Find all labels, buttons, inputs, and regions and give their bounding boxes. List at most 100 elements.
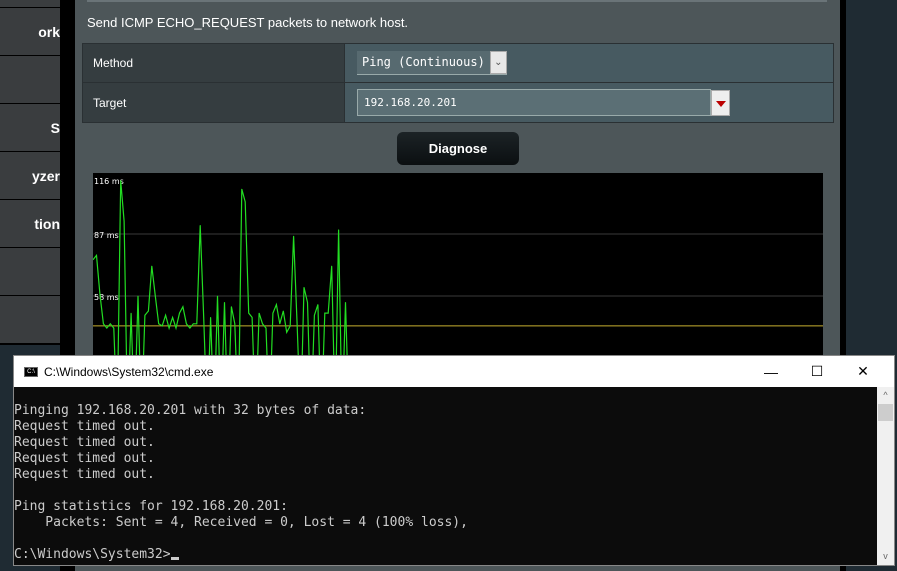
data-point xyxy=(314,314,315,316)
window-title: C:\Windows\System32\cmd.exe xyxy=(44,364,214,379)
data-point xyxy=(165,314,167,316)
data-point xyxy=(338,229,340,231)
cmd-window[interactable]: C:\ C:\Windows\System32\cmd.exe — ☐ ✕ Pi… xyxy=(13,355,895,566)
data-point xyxy=(279,323,281,325)
data-point xyxy=(96,254,97,256)
sidebar-item[interactable] xyxy=(0,0,60,8)
data-point xyxy=(293,235,295,237)
data-point xyxy=(275,304,277,305)
data-point xyxy=(109,323,111,325)
data-point xyxy=(324,312,326,314)
data-point xyxy=(203,316,205,318)
minimize-button[interactable]: — xyxy=(748,356,794,387)
data-point xyxy=(331,265,333,267)
maximize-button[interactable]: ☐ xyxy=(794,356,840,387)
method-row: Method Ping (Continuous) ⌄ xyxy=(83,44,833,83)
data-point xyxy=(217,295,218,297)
data-point xyxy=(234,323,236,325)
scrollbar-thumb[interactable] xyxy=(878,404,893,421)
close-button[interactable]: ✕ xyxy=(840,356,886,387)
target-row: Target 192.168.20.201 xyxy=(83,83,833,122)
data-point xyxy=(130,312,132,314)
diagnose-button[interactable]: Diagnose xyxy=(397,132,519,165)
sidebar-item[interactable] xyxy=(0,56,60,104)
console-line: Request timed out. xyxy=(14,467,155,482)
data-point xyxy=(224,302,225,303)
description: Send ICMP ECHO_REQUEST packets to networ… xyxy=(87,15,409,30)
data-point xyxy=(189,327,191,329)
data-point xyxy=(210,316,212,318)
target-label: Target xyxy=(83,83,345,122)
ping-form: Method Ping (Continuous) ⌄ Target 192.168… xyxy=(82,43,834,123)
method-select[interactable]: Ping (Continuous) ⌄ xyxy=(357,51,507,75)
scroll-down-icon[interactable]: v xyxy=(877,548,894,565)
data-point xyxy=(179,312,180,314)
data-point xyxy=(137,295,139,297)
data-point xyxy=(272,312,274,314)
data-point xyxy=(158,323,160,325)
divider xyxy=(87,0,827,2)
sidebar-item[interactable] xyxy=(0,296,60,344)
data-point xyxy=(345,302,346,303)
data-point xyxy=(175,327,177,329)
data-point xyxy=(241,188,243,190)
sidebar-item-s[interactable]: S xyxy=(0,104,60,152)
data-point xyxy=(251,316,253,318)
prompt: C:\Windows\System32> xyxy=(14,547,171,562)
scrollbar[interactable]: ^ v xyxy=(877,387,894,565)
data-point xyxy=(296,323,298,325)
console-line: Request timed out. xyxy=(14,419,155,434)
sidebar: ork S yzer tion xyxy=(0,0,60,345)
y-tick-label: 116 ms xyxy=(94,177,124,186)
data-point xyxy=(154,295,156,297)
data-point xyxy=(147,310,149,312)
data-point xyxy=(258,312,260,314)
data-point xyxy=(106,327,108,329)
method-label: Method xyxy=(83,44,345,82)
dropdown-arrow-icon[interactable] xyxy=(711,89,730,116)
prompt-line: C:\Windows\System32> xyxy=(14,547,877,563)
data-point xyxy=(151,265,153,267)
ping-latency-chart: 116 ms 87 ms 58 ms xyxy=(93,173,823,373)
console-line: Request timed out. xyxy=(14,435,155,450)
console-line: Pinging 192.168.20.201 with 32 bytes of … xyxy=(14,403,367,418)
data-point xyxy=(161,325,163,327)
data-point xyxy=(317,304,319,305)
console-line: Request timed out. xyxy=(14,451,155,466)
cursor xyxy=(170,557,179,560)
data-point xyxy=(327,312,329,314)
sidebar-item-analyzer[interactable]: yzer xyxy=(0,152,60,200)
latency-series-line xyxy=(93,180,349,373)
console-line: Packets: Sent = 4, Received = 0, Lost = … xyxy=(14,515,468,530)
data-point xyxy=(192,323,194,325)
y-tick-label: 87 ms xyxy=(94,231,119,240)
data-point xyxy=(244,201,246,203)
data-point xyxy=(172,316,173,318)
target-input[interactable]: 192.168.20.201 xyxy=(357,89,711,116)
console-line: Ping statistics for 192.168.20.201: xyxy=(14,499,288,514)
data-point xyxy=(265,327,267,329)
data-point xyxy=(102,323,104,325)
data-point xyxy=(168,327,170,329)
sidebar-item-network[interactable]: ork xyxy=(0,8,60,56)
data-point xyxy=(120,180,122,181)
data-point xyxy=(286,331,288,333)
data-point xyxy=(99,293,101,295)
data-point xyxy=(230,306,232,308)
data-point xyxy=(248,312,250,314)
sidebar-item[interactable] xyxy=(0,248,60,296)
data-point xyxy=(113,327,115,329)
data-point xyxy=(199,225,201,226)
title-bar[interactable]: C:\ C:\Windows\System32\cmd.exe — ☐ ✕ xyxy=(14,356,894,387)
data-point xyxy=(262,323,263,325)
data-point xyxy=(186,323,187,325)
data-point xyxy=(144,314,146,316)
cmd-icon: C:\ xyxy=(24,366,38,377)
sidebar-item-administration[interactable]: tion xyxy=(0,200,60,248)
scroll-up-icon[interactable]: ^ xyxy=(877,387,894,404)
console-output[interactable]: Pinging 192.168.20.201 with 32 bytes of … xyxy=(14,387,877,565)
chevron-down-icon[interactable]: ⌄ xyxy=(489,51,507,74)
y-tick-label: 58 ms xyxy=(94,293,119,302)
